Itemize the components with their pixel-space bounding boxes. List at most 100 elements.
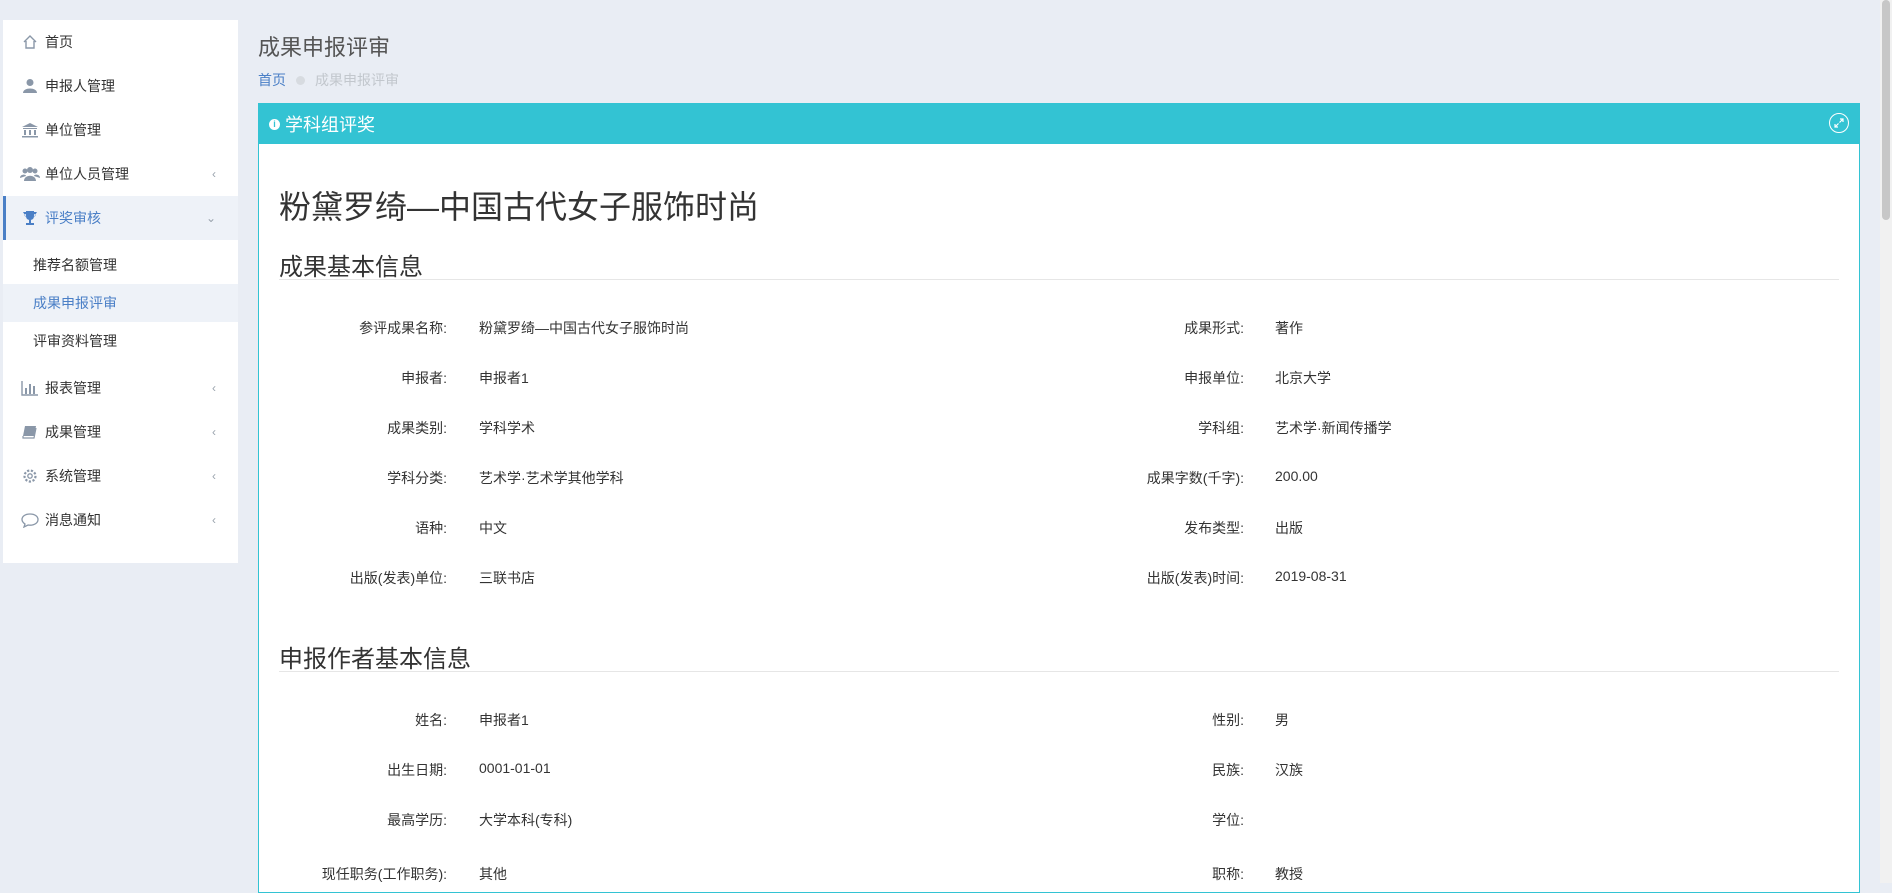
chevron-left-icon: ‹ <box>212 167 216 181</box>
field-value: 粉黛罗绮—中国古代女子服饰时尚 <box>479 320 689 336</box>
sidebar-subitem-quota[interactable]: 推荐名额管理 <box>3 246 238 284</box>
field-label: 成果类别: <box>387 420 447 436</box>
breadcrumb-current: 成果申报评审 <box>315 72 399 88</box>
sidebar-item-system[interactable]: 系统管理 ‹ <box>3 454 238 498</box>
sidebar-item-unit-staff[interactable]: 单位人员管理 ‹ <box>3 152 238 196</box>
sidebar-item-applicants[interactable]: 申报人管理 <box>3 64 238 108</box>
gear-icon <box>20 454 40 498</box>
review-panel: i 学科组评奖 粉黛罗绮—中国古代女子服饰时尚 成果基本信息 参评成果名称: 粉… <box>258 103 1860 893</box>
divider <box>279 279 1839 280</box>
expand-icon[interactable] <box>1829 113 1849 133</box>
sidebar-item-messages[interactable]: 消息通知 ‹ <box>3 498 238 542</box>
field-value: 申报者1 <box>479 370 529 386</box>
sidebar-item-label: 首页 <box>45 34 73 50</box>
info-icon: i <box>269 118 280 130</box>
sidebar-item-label: 报表管理 <box>45 380 101 396</box>
chevron-down-icon: ⌄ <box>205 211 216 225</box>
page-title: 成果申报评审 <box>258 35 391 60</box>
sidebar-item-label: 评奖审核 <box>45 210 101 226</box>
achievement-title: 粉黛罗绮—中国古代女子服饰时尚 <box>279 189 760 225</box>
info-row: 申报者: 申报者1 申报单位: 北京大学 <box>259 368 1859 388</box>
section-title-author: 申报作者基本信息 <box>279 646 471 673</box>
submenu: 推荐名额管理 成果申报评审 评审资料管理 <box>3 240 238 366</box>
sidebar-subitem-review-materials[interactable]: 评审资料管理 <box>3 322 238 360</box>
info-row: 出版(发表)单位: 三联书店 出版(发表)时间: 2019-08-31 <box>259 568 1859 588</box>
field-value: 0001-01-01 <box>479 760 551 776</box>
user-icon <box>20 64 40 108</box>
chevron-left-icon: ‹ <box>212 469 216 483</box>
breadcrumb-separator <box>296 75 305 85</box>
field-value: 大学本科(专科) <box>479 812 573 828</box>
field-value: 汉族 <box>1275 762 1303 778</box>
sidebar-item-label: 系统管理 <box>45 468 101 484</box>
sidebar-item-award-review[interactable]: 评奖审核 ⌄ <box>3 196 238 240</box>
sidebar-item-label: 申报人管理 <box>45 78 115 94</box>
sidebar-item-label: 成果管理 <box>45 424 101 440</box>
panel-title: 学科组评奖 <box>285 115 375 135</box>
field-label: 学位: <box>1212 812 1244 828</box>
scrollbar-thumb[interactable] <box>1882 0 1890 220</box>
field-value: 男 <box>1275 712 1289 728</box>
field-value: 2019-08-31 <box>1275 568 1347 584</box>
page-scrollbar[interactable] <box>1880 0 1892 883</box>
sidebar-item-label: 单位人员管理 <box>45 166 129 182</box>
field-value: 三联书店 <box>479 570 535 586</box>
field-value: 申报者1 <box>479 712 529 728</box>
field-value: 北京大学 <box>1275 370 1331 386</box>
divider <box>279 671 1839 672</box>
field-label: 现任职务(工作职务): <box>321 866 447 882</box>
chevron-left-icon: ‹ <box>212 425 216 439</box>
info-row: 成果类别: 学科学术 学科组: 艺术学·新闻传播学 <box>259 418 1859 438</box>
sidebar-subitem-achievement-review[interactable]: 成果申报评审 <box>3 284 238 322</box>
field-label: 民族: <box>1212 762 1244 778</box>
field-value: 艺术学·艺术学其他学科 <box>479 470 624 486</box>
field-label: 申报者: <box>401 370 447 386</box>
field-label: 姓名: <box>415 712 447 728</box>
chevron-left-icon: ‹ <box>212 513 216 527</box>
bank-icon <box>20 108 40 152</box>
info-row: 现任职务(工作职务): 其他 职称: 教授 <box>259 864 1859 884</box>
sidebar-item-label: 消息通知 <box>45 512 101 528</box>
info-row: 姓名: 申报者1 性别: 男 <box>259 710 1859 730</box>
field-label: 申报单位: <box>1184 370 1244 386</box>
field-value: 200.00 <box>1275 468 1318 484</box>
trophy-icon <box>20 196 40 240</box>
field-value: 出版 <box>1275 520 1303 536</box>
field-value: 著作 <box>1275 320 1303 336</box>
sidebar-item-reports[interactable]: 报表管理 ‹ <box>3 366 238 410</box>
field-label: 最高学历: <box>387 812 447 828</box>
comment-icon <box>20 498 40 542</box>
field-value: 其他 <box>479 866 507 882</box>
field-label: 语种: <box>415 520 447 536</box>
field-label: 学科分类: <box>387 470 447 486</box>
field-value: 教授 <box>1275 866 1303 882</box>
field-label: 学科组: <box>1198 420 1244 436</box>
book-icon <box>20 410 40 454</box>
field-label: 职称: <box>1212 866 1244 882</box>
sidebar: 首页 申报人管理 单位管理 单位人员管理 ‹ 评奖审核 ⌄ 推荐名额管理 成果申… <box>3 20 238 563</box>
field-label: 出版(发表)时间: <box>1146 570 1244 586</box>
field-value: 学科学术 <box>479 420 535 436</box>
field-label: 出版(发表)单位: <box>349 570 447 586</box>
breadcrumb: 首页 成果申报评审 <box>258 70 399 90</box>
home-icon <box>20 20 40 64</box>
sidebar-item-units[interactable]: 单位管理 <box>3 108 238 152</box>
field-label: 成果字数(千字): <box>1146 470 1244 486</box>
bar-chart-icon <box>20 366 40 410</box>
field-label: 成果形式: <box>1184 320 1244 336</box>
field-label: 性别: <box>1212 712 1244 728</box>
chevron-left-icon: ‹ <box>212 381 216 395</box>
breadcrumb-home-link[interactable]: 首页 <box>258 70 286 90</box>
info-row: 参评成果名称: 粉黛罗绮—中国古代女子服饰时尚 成果形式: 著作 <box>259 318 1859 338</box>
info-row: 学科分类: 艺术学·艺术学其他学科 成果字数(千字): 200.00 <box>259 468 1859 488</box>
field-value: 艺术学·新闻传播学 <box>1275 420 1392 436</box>
sidebar-item-achievements[interactable]: 成果管理 ‹ <box>3 410 238 454</box>
field-label: 发布类型: <box>1184 520 1244 536</box>
info-row: 出生日期: 0001-01-01 民族: 汉族 <box>259 760 1859 780</box>
info-row: 语种: 中文 发布类型: 出版 <box>259 518 1859 538</box>
field-value: 中文 <box>479 520 507 536</box>
sidebar-item-home[interactable]: 首页 <box>3 20 238 64</box>
field-label: 出生日期: <box>387 762 447 778</box>
sidebar-item-label: 单位管理 <box>45 122 101 138</box>
section-title-basic: 成果基本信息 <box>279 254 423 281</box>
